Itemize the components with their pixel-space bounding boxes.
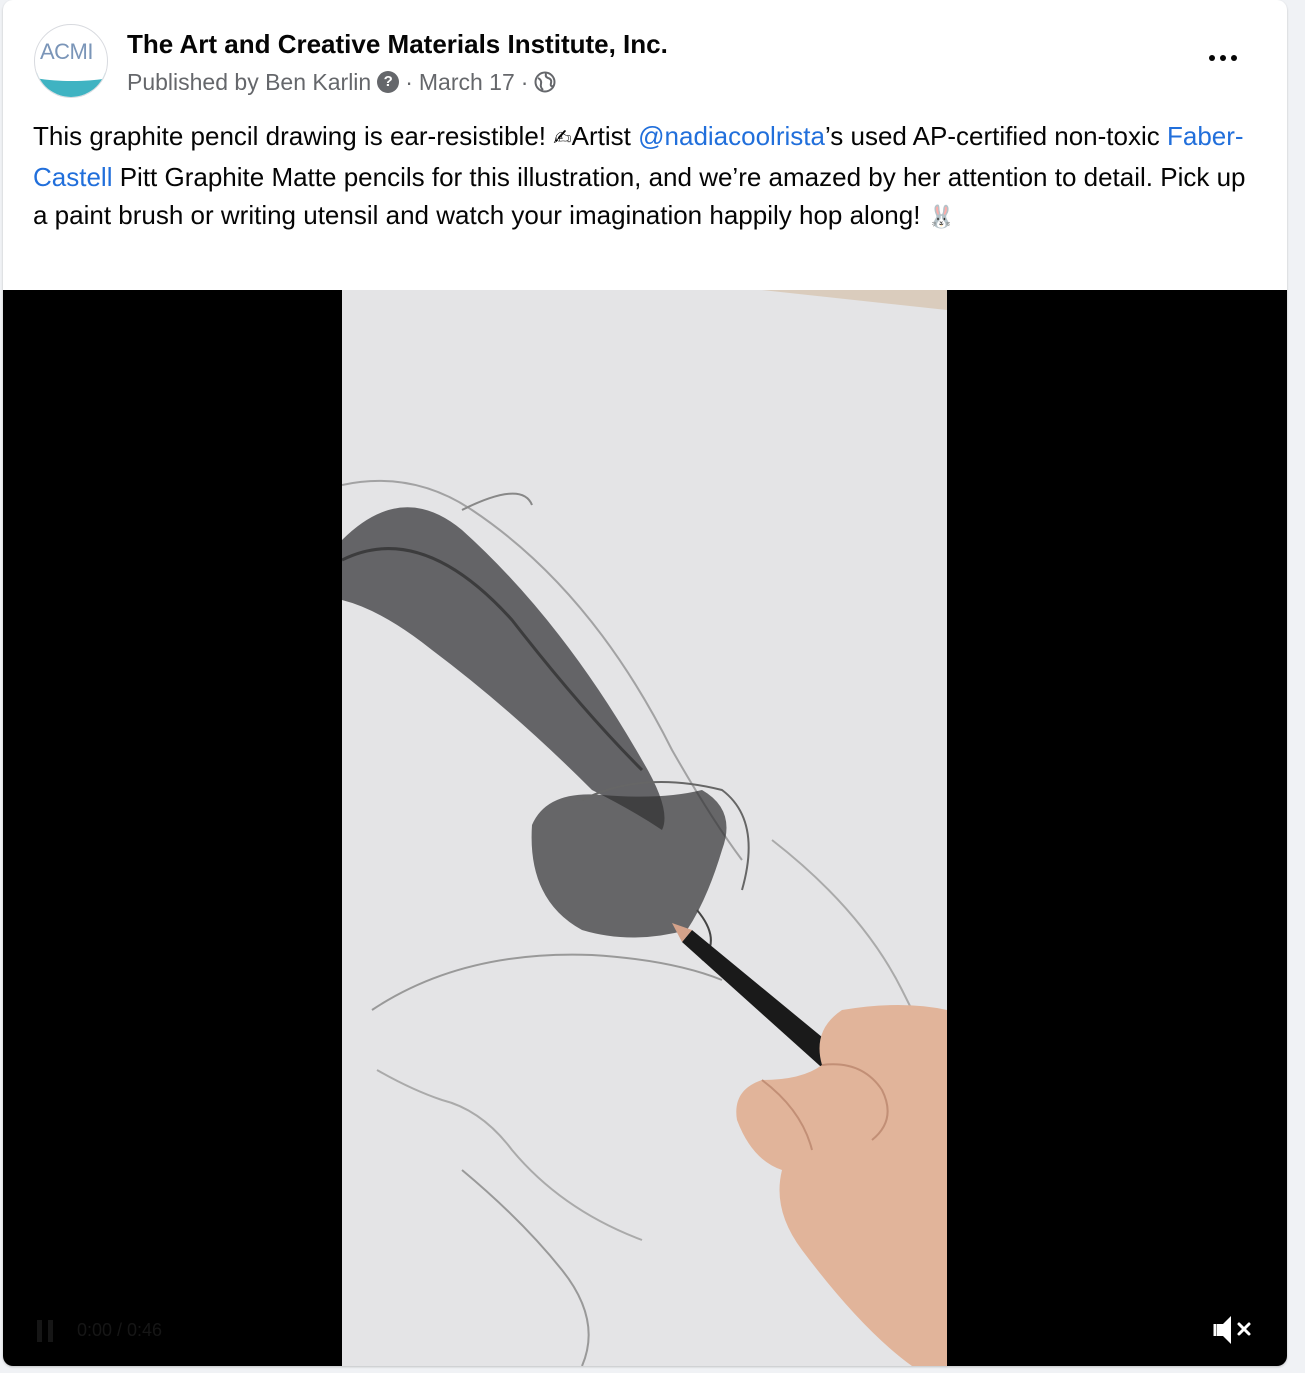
page-name-link[interactable]: The Art and Creative Materials Institute… <box>127 29 668 60</box>
meta-separator: · <box>405 68 413 95</box>
published-by-link[interactable]: Published by Ben Karlin <box>127 69 371 96</box>
mute-toggle-button[interactable] <box>1211 1310 1259 1350</box>
writing-hand-emoji: ✍ <box>553 126 572 151</box>
meta-separator-2: · <box>520 68 529 95</box>
more-options-icon <box>1209 55 1215 61</box>
rabbit-emoji: 🐰 <box>927 205 956 230</box>
post-card: ACMI The Art and Creative Materials Inst… <box>3 0 1287 1366</box>
drawing-illustration <box>342 290 947 1366</box>
help-circle-icon[interactable]: ? <box>377 71 400 93</box>
page-avatar[interactable]: ACMI <box>34 24 108 98</box>
post-meta: Published by Ben Karlin ? · March 17 · <box>127 68 556 96</box>
post-date-link[interactable]: March 17 <box>419 69 515 96</box>
post-message: This graphite pencil drawing is ear-resi… <box>33 117 1263 237</box>
avatar-logo-text: ACMI <box>40 39 94 64</box>
video-player[interactable]: 0:00 / 0:46 <box>3 290 1287 1366</box>
post-text-part1: This graphite pencil drawing is ear-resi… <box>33 121 554 151</box>
video-controls: 0:00 / 0:46 <box>3 1296 1287 1366</box>
pause-icon[interactable] <box>37 1320 53 1342</box>
more-options-button[interactable] <box>1201 40 1245 76</box>
post-header: ACMI The Art and Creative Materials Inst… <box>3 0 1287 110</box>
video-frame[interactable] <box>342 290 947 1366</box>
video-time: 0:00 / 0:46 <box>77 1320 163 1340</box>
post-text-part3: ’s used AP-certified non-toxic <box>824 121 1167 151</box>
avatar-wave-graphic <box>35 65 107 97</box>
mention-link[interactable]: @nadiacoolrista <box>638 121 825 151</box>
post-text-part2: Artist <box>571 121 639 151</box>
post-text-part4: Pitt Graphite Matte pencils for this ill… <box>33 162 1246 230</box>
speaker-muted-icon <box>1213 1316 1251 1344</box>
globe-icon[interactable] <box>534 71 556 93</box>
